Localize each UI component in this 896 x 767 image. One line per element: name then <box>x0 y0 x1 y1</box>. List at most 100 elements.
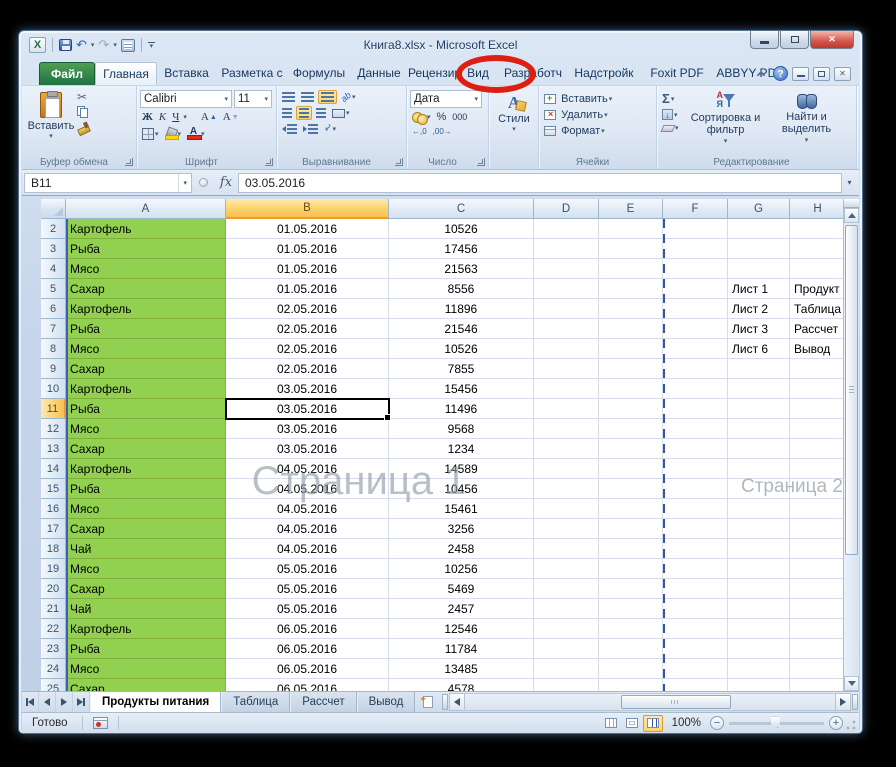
cell-H22[interactable] <box>790 619 846 639</box>
cell-B13[interactable]: 03.05.2016 <box>226 439 389 459</box>
cell-E7[interactable] <box>599 319 663 339</box>
select-all-corner[interactable] <box>41 199 66 219</box>
align-center-icon[interactable] <box>296 106 312 120</box>
cell-F19[interactable] <box>663 559 728 579</box>
cell-D18[interactable] <box>534 539 599 559</box>
cell-E6[interactable] <box>599 299 663 319</box>
cell-E8[interactable] <box>599 339 663 359</box>
format-painter-icon[interactable] <box>77 121 89 133</box>
cell-A14[interactable]: Картофель <box>66 459 226 479</box>
cell-G4[interactable] <box>728 259 790 279</box>
cell-E15[interactable] <box>599 479 663 499</box>
formula-input[interactable]: 03.05.2016 <box>238 173 842 193</box>
cell-C11[interactable]: 11496 <box>389 399 534 419</box>
cell-E24[interactable] <box>599 659 663 679</box>
cell-E2[interactable] <box>599 219 663 239</box>
page-layout-view-button[interactable] <box>622 715 642 732</box>
cell-G13[interactable] <box>728 439 790 459</box>
copy-icon[interactable] <box>77 106 89 118</box>
column-header-G[interactable]: G <box>728 199 790 219</box>
cell-G23[interactable] <box>728 639 790 659</box>
cut-icon[interactable]: ✂ <box>77 92 89 103</box>
cell-B20[interactable]: 05.05.2016 <box>226 579 389 599</box>
cell-G19[interactable] <box>728 559 790 579</box>
merge-center-icon[interactable]: ▾ <box>330 108 352 119</box>
row-header-20[interactable]: 20 <box>41 579 66 599</box>
next-sheet-button[interactable] <box>56 692 73 712</box>
cell-A6[interactable]: Картофель <box>66 299 226 319</box>
tab-Надстройк[interactable]: Надстройк <box>568 62 640 85</box>
zoom-slider-thumb[interactable] <box>771 717 780 730</box>
cell-F10[interactable] <box>663 379 728 399</box>
cell-D19[interactable] <box>534 559 599 579</box>
cell-B21[interactable]: 05.05.2016 <box>226 599 389 619</box>
cell-H24[interactable] <box>790 659 846 679</box>
borders-icon[interactable]: ▾ <box>140 127 161 141</box>
cell-A18[interactable]: Чай <box>66 539 226 559</box>
row-header-19[interactable]: 19 <box>41 559 66 579</box>
cell-F24[interactable] <box>663 659 728 679</box>
cell-G17[interactable] <box>728 519 790 539</box>
cell-A8[interactable]: Мясо <box>66 339 226 359</box>
workbook-minimize-button[interactable] <box>792 67 809 81</box>
increase-indent-icon[interactable] <box>301 123 320 135</box>
cell-B25[interactable]: 06.05.2016 <box>226 679 389 691</box>
row-header-21[interactable]: 21 <box>41 599 66 619</box>
cell-H21[interactable] <box>790 599 846 619</box>
tab-Рецензир[interactable]: Рецензир <box>408 62 458 85</box>
cell-E4[interactable] <box>599 259 663 279</box>
cell-A11[interactable]: Рыба <box>66 399 226 419</box>
cell-E12[interactable] <box>599 419 663 439</box>
orientation-icon[interactable]: ab▾ <box>339 91 358 103</box>
cell-D7[interactable] <box>534 319 599 339</box>
cell-H2[interactable] <box>790 219 846 239</box>
cell-E3[interactable] <box>599 239 663 259</box>
insert-cells-button[interactable]: Вставить▾ <box>542 92 653 106</box>
tab-Разметка с[interactable]: Разметка с <box>216 62 288 85</box>
workbook-close-button[interactable]: ✕ <box>834 67 851 81</box>
cell-D14[interactable] <box>534 459 599 479</box>
scroll-down-icon[interactable] <box>844 676 859 691</box>
cell-D11[interactable] <box>534 399 599 419</box>
scroll-up-icon[interactable] <box>844 208 859 223</box>
cell-F4[interactable] <box>663 259 728 279</box>
help-icon[interactable]: ? <box>773 66 788 81</box>
cell-C13[interactable]: 1234 <box>389 439 534 459</box>
zoom-slider[interactable] <box>729 722 824 725</box>
cell-H8[interactable]: Вывод <box>790 339 846 359</box>
row-header-3[interactable]: 3 <box>41 239 66 259</box>
cell-G5[interactable]: Лист 1 <box>728 279 790 299</box>
align-bottom-icon[interactable] <box>318 90 337 104</box>
tab-Вид[interactable]: Вид <box>458 62 498 85</box>
cell-C24[interactable]: 13485 <box>389 659 534 679</box>
insert-function-icon[interactable]: fx <box>214 175 238 190</box>
cell-F8[interactable] <box>663 339 728 359</box>
cell-A16[interactable]: Мясо <box>66 499 226 519</box>
cell-B2[interactable]: 01.05.2016 <box>226 219 389 239</box>
row-header-12[interactable]: 12 <box>41 419 66 439</box>
cell-D16[interactable] <box>534 499 599 519</box>
cell-H5[interactable]: Продукт <box>790 279 846 299</box>
row-header-10[interactable]: 10 <box>41 379 66 399</box>
cell-A23[interactable]: Рыба <box>66 639 226 659</box>
first-sheet-button[interactable] <box>22 692 39 712</box>
row-header-14[interactable]: 14 <box>41 459 66 479</box>
zoom-level[interactable]: 100% <box>668 717 705 729</box>
cell-E23[interactable] <box>599 639 663 659</box>
cell-D3[interactable] <box>534 239 599 259</box>
increase-font-icon[interactable]: А▲ <box>199 110 219 124</box>
cell-E16[interactable] <box>599 499 663 519</box>
cell-A17[interactable]: Сахар <box>66 519 226 539</box>
cell-C22[interactable]: 12546 <box>389 619 534 639</box>
cell-H9[interactable] <box>790 359 846 379</box>
tab-Данные[interactable]: Данные <box>350 62 408 85</box>
cell-C9[interactable]: 7855 <box>389 359 534 379</box>
row-header-25[interactable]: 25 <box>41 679 66 691</box>
macro-record-icon[interactable] <box>93 717 108 729</box>
cell-D15[interactable] <box>534 479 599 499</box>
row-header-9[interactable]: 9 <box>41 359 66 379</box>
tab-Формулы[interactable]: Формулы <box>288 62 350 85</box>
vertical-scroll-thumb[interactable] <box>845 225 858 555</box>
cell-A20[interactable]: Сахар <box>66 579 226 599</box>
cell-F18[interactable] <box>663 539 728 559</box>
